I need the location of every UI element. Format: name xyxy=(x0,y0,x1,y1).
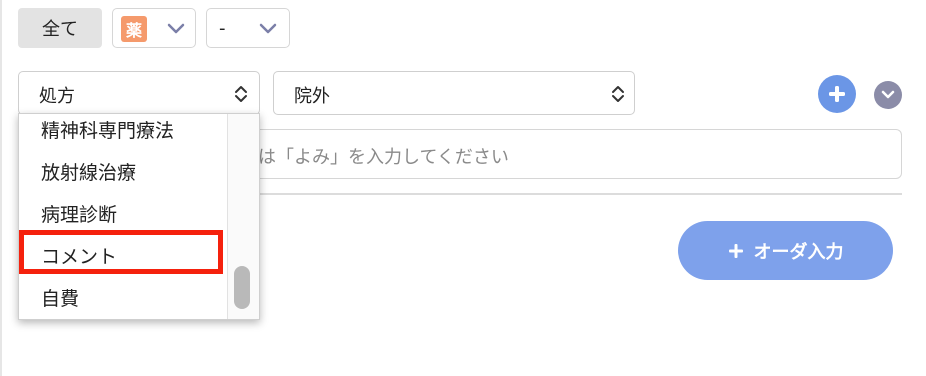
drug-type-select[interactable]: 薬 xyxy=(112,8,196,48)
add-button[interactable] xyxy=(818,75,856,113)
plus-icon xyxy=(728,243,743,258)
chevron-down-icon xyxy=(167,23,185,34)
highlight-box xyxy=(19,230,223,274)
chevron-down-icon xyxy=(259,23,277,34)
drug-badge: 薬 xyxy=(121,16,147,42)
order-type-dropdown[interactable]: 精神科専門療法 放射線治療 病理診断 コメント 自費 xyxy=(18,113,260,320)
dropdown-item[interactable]: 病理診断 xyxy=(41,200,117,227)
dropdown-item[interactable]: 精神科専門療法 xyxy=(41,116,174,143)
place-select[interactable]: 院外 xyxy=(273,71,635,115)
sub-filter-select[interactable]: - xyxy=(206,8,290,48)
divider xyxy=(252,193,902,195)
select-arrows-icon xyxy=(235,86,247,102)
dropdown-item[interactable]: 自費 xyxy=(41,284,79,311)
all-filter-button[interactable]: 全て xyxy=(18,8,102,48)
expand-button[interactable] xyxy=(874,81,902,109)
left-border xyxy=(0,0,2,376)
plus-icon xyxy=(829,86,845,102)
order-input-label: オーダ入力 xyxy=(753,241,844,263)
place-value: 院外 xyxy=(294,86,330,107)
select-arrows-icon xyxy=(612,86,624,102)
order-type-select[interactable]: 処方 xyxy=(18,71,260,115)
sub-filter-value: - xyxy=(219,18,226,39)
dropdown-item[interactable]: 放射線治療 xyxy=(41,158,136,185)
search-input[interactable]: は「よみ」を入力してください xyxy=(252,129,902,179)
search-placeholder: は「よみ」を入力してください xyxy=(258,147,509,168)
dropdown-scroll-thumb[interactable] xyxy=(234,266,250,309)
chevron-down-icon xyxy=(881,90,895,99)
order-input-button[interactable]: オーダ入力 xyxy=(678,221,893,280)
order-type-value: 処方 xyxy=(39,86,75,107)
